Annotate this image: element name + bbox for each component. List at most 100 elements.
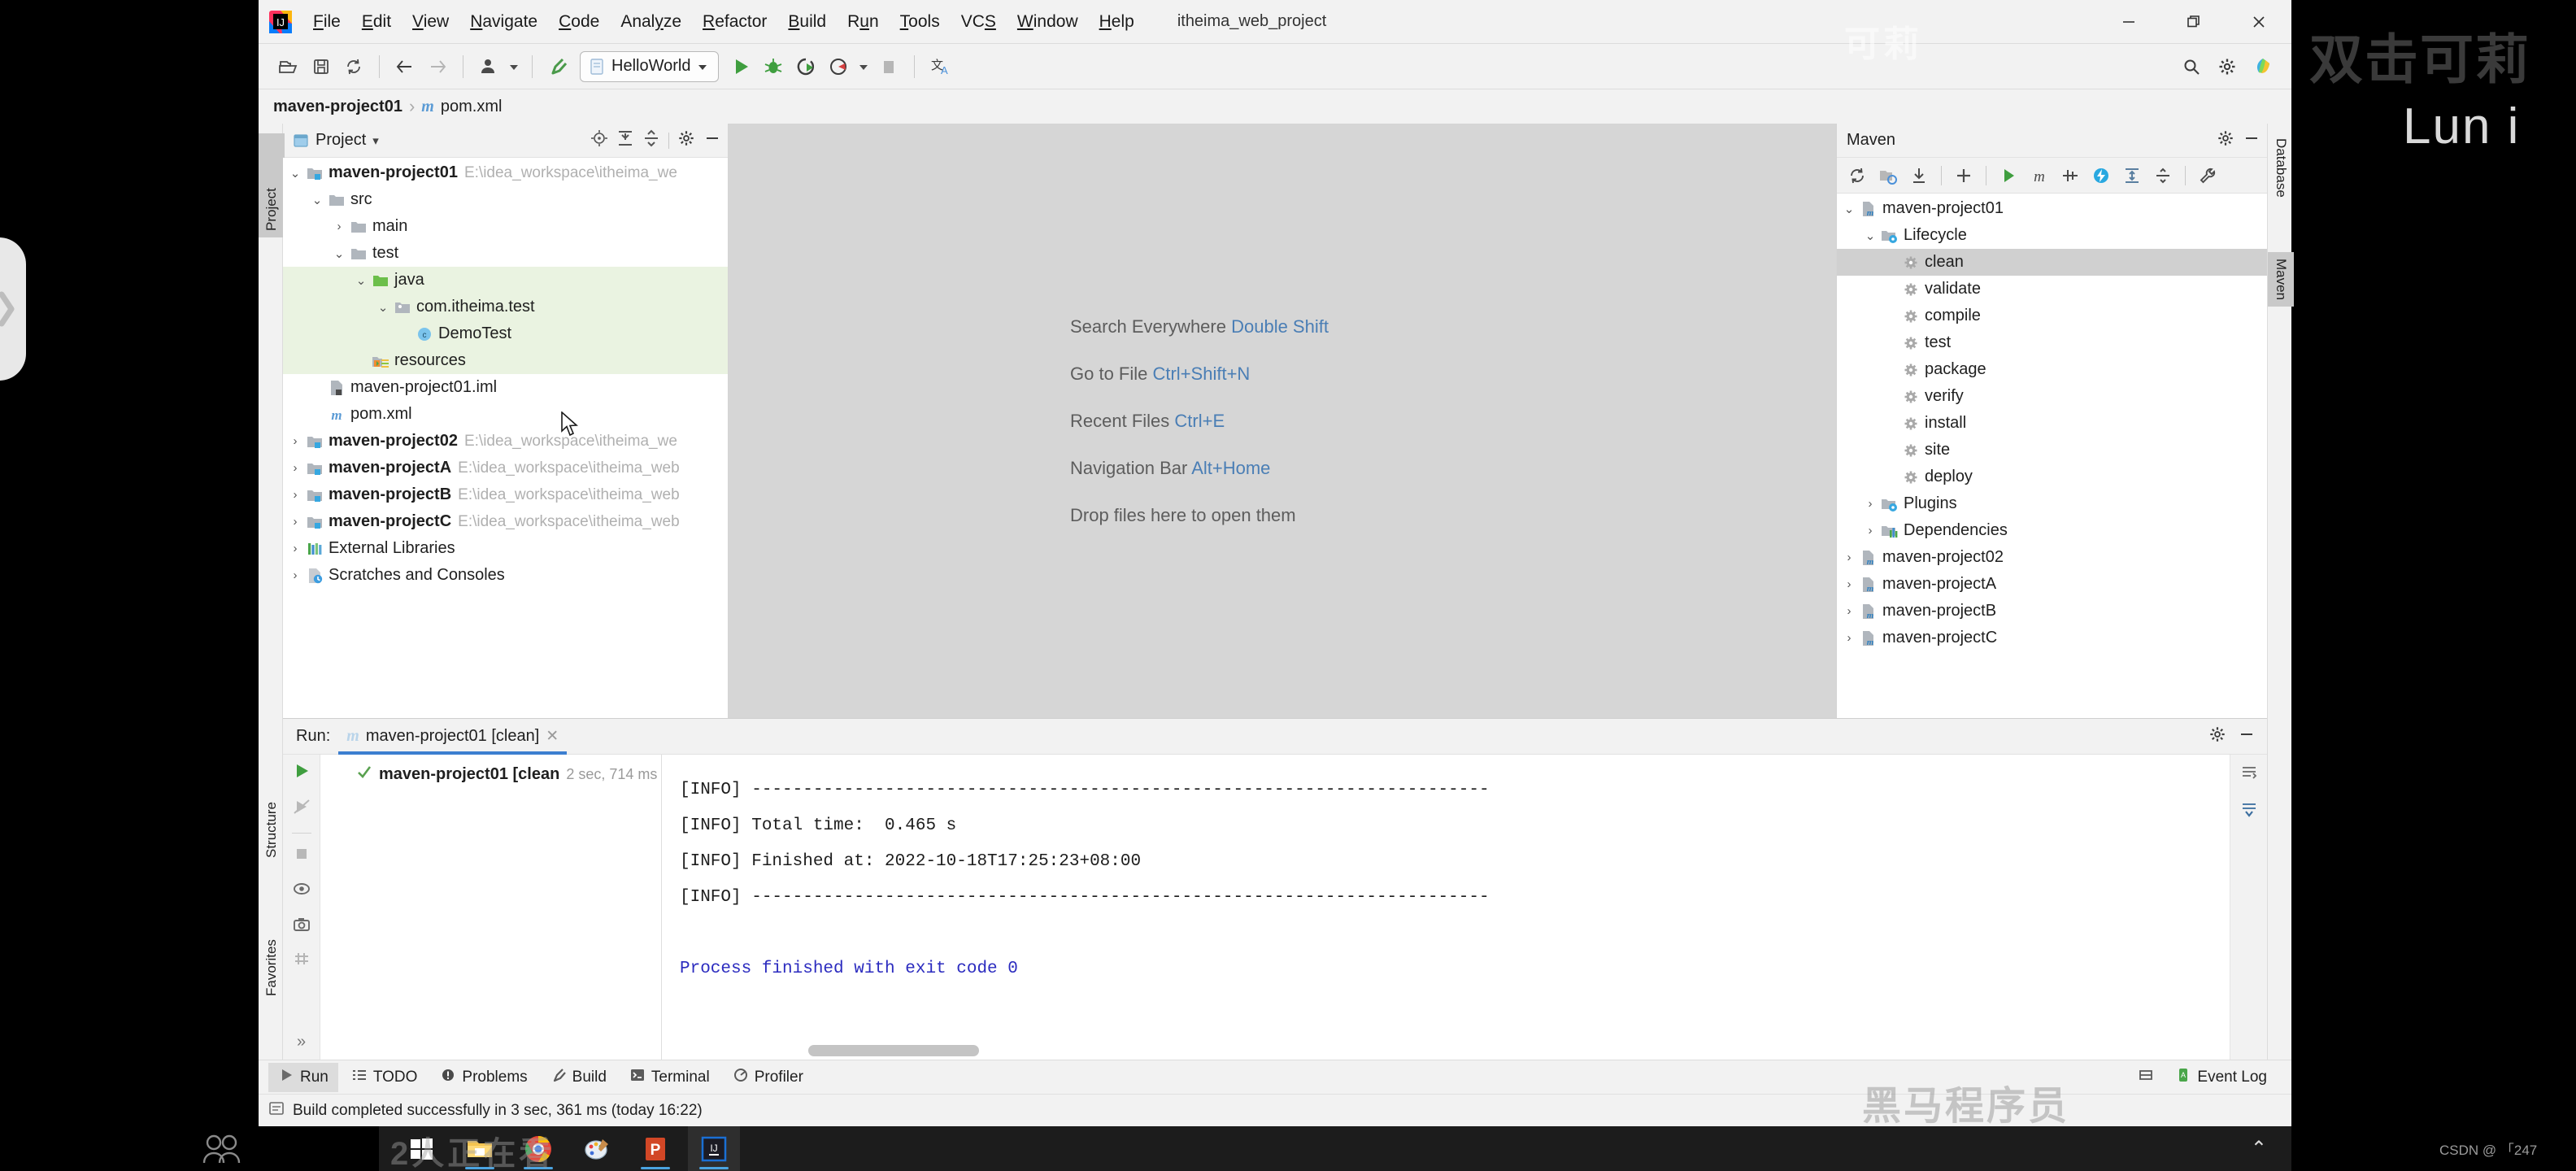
chevron-right-icon[interactable]: ›: [1861, 524, 1879, 538]
scroll-to-end-icon[interactable]: [2239, 800, 2259, 825]
chevron-down-icon[interactable]: ⌄: [330, 246, 348, 261]
maven-tree-row[interactable]: validate: [1837, 276, 2267, 303]
settings-gear-icon[interactable]: [2217, 129, 2234, 152]
chevron-down-icon[interactable]: ⌄: [352, 273, 370, 288]
search-everywhere-button[interactable]: [2176, 50, 2207, 83]
toolwindow-tab-todo[interactable]: TODO: [342, 1063, 428, 1092]
maven-tree-row[interactable]: ⌄ m maven-project01: [1837, 195, 2267, 222]
window-minimize-button[interactable]: [2096, 0, 2161, 44]
run-result-row[interactable]: maven-project01 [clean 2 sec, 714 ms: [320, 761, 661, 787]
toolwindow-tab-problems[interactable]: Problems: [430, 1063, 537, 1092]
toolwindow-tab-run[interactable]: Run: [268, 1062, 338, 1092]
chevron-down-icon[interactable]: ⌄: [308, 193, 326, 207]
chevron-right-icon[interactable]: ›: [286, 488, 304, 502]
maven-settings-button[interactable]: [2194, 162, 2221, 189]
expand-all-button[interactable]: [2118, 162, 2146, 189]
menu-item-code[interactable]: Code: [548, 9, 610, 35]
sync-button[interactable]: [338, 50, 369, 83]
breadcrumb-file[interactable]: pom.xml: [441, 98, 503, 116]
tree-row[interactable]: › Scratches and Consoles: [283, 562, 728, 589]
chevron-right-icon[interactable]: ›: [1840, 577, 1858, 591]
tree-row[interactable]: maven-project01.iml: [283, 374, 728, 401]
rerun-failed-icon[interactable]: [292, 797, 311, 821]
download-sources-button[interactable]: [1905, 162, 1933, 189]
tree-row[interactable]: › main: [283, 213, 728, 240]
maven-tree-row[interactable]: site: [1837, 437, 2267, 464]
toolwindow-tab-terminal[interactable]: Terminal: [620, 1063, 720, 1092]
maven-tree-row[interactable]: › Dependencies: [1837, 517, 2267, 544]
export-icon[interactable]: [292, 915, 311, 939]
sidebar-item-project[interactable]: Project: [259, 133, 285, 237]
event-log-button[interactable]: A Event Log: [2165, 1063, 2277, 1092]
run-tab[interactable]: m maven-project01 [clean] ✕: [338, 719, 568, 755]
maven-tree-row[interactable]: deploy: [1837, 464, 2267, 490]
execute-goal-button[interactable]: [1995, 162, 2022, 189]
file-explorer-button[interactable]: [454, 1126, 506, 1171]
reload-all-maven-projects-button[interactable]: [1843, 162, 1871, 189]
filter-icon[interactable]: [292, 951, 311, 975]
chevron-down-icon[interactable]: ⌄: [374, 300, 392, 315]
breadcrumb-project[interactable]: maven-project01: [273, 98, 402, 116]
locate-icon[interactable]: [590, 129, 608, 152]
menu-item-refactor[interactable]: Refactor: [692, 9, 777, 35]
tree-row[interactable]: › maven-project02 E:\idea_workspace\itheim…: [283, 428, 728, 455]
toggle-offline-mode-button[interactable]: [2087, 162, 2115, 189]
maven-tree[interactable]: ⌄ m maven-project01 ⌄ Lifecycle clean validate…: [1837, 194, 2267, 718]
run-with-coverage-button[interactable]: [790, 50, 821, 83]
menu-item-view[interactable]: View: [402, 9, 459, 35]
menu-item-file[interactable]: File: [302, 9, 351, 35]
run-button[interactable]: [725, 50, 756, 83]
settings-gear-icon[interactable]: [677, 129, 695, 152]
horizontal-scrollbar[interactable]: [808, 1045, 979, 1056]
maven-tree-row[interactable]: › m maven-project02: [1837, 544, 2267, 571]
run-configuration-selector[interactable]: HelloWorld: [580, 50, 720, 82]
sidebar-item-maven[interactable]: Maven: [2268, 252, 2294, 307]
chevron-down-icon[interactable]: ⌄: [1840, 202, 1858, 216]
maven-tree-row[interactable]: compile: [1837, 303, 2267, 329]
navigate-forward-button[interactable]: [422, 50, 453, 83]
chevron-right-icon[interactable]: ›: [286, 461, 304, 475]
video-player-next-chevron[interactable]: [0, 237, 26, 381]
maven-tree-row[interactable]: ⌄ Lifecycle: [1837, 222, 2267, 249]
toggle-skip-tests-button[interactable]: [2056, 162, 2084, 189]
hide-icon[interactable]: [703, 129, 721, 152]
translate-button[interactable]: 文 A: [925, 50, 955, 83]
close-icon[interactable]: ✕: [546, 727, 559, 746]
run-result-tree[interactable]: maven-project01 [clean 2 sec, 714 ms: [320, 755, 662, 1060]
toolwindow-tab-profiler[interactable]: Profiler: [723, 1063, 813, 1092]
menu-item-run[interactable]: Run: [837, 9, 890, 35]
maven-tree-row[interactable]: verify: [1837, 383, 2267, 410]
chevron-down-icon[interactable]: ⌄: [286, 166, 304, 181]
chevron-right-icon[interactable]: ›: [330, 220, 348, 233]
tree-row[interactable]: ⌄ maven-project01 E:\idea_workspace\itheim…: [283, 159, 728, 186]
add-goal-button[interactable]: [1950, 162, 1978, 189]
sidebar-item-structure[interactable]: Structure: [259, 762, 285, 864]
layout-icon[interactable]: [2138, 1067, 2154, 1088]
menu-item-build[interactable]: Build: [777, 9, 837, 35]
menu-item-analyze[interactable]: Analyze: [610, 9, 692, 35]
rerun-icon[interactable]: [292, 761, 311, 786]
menu-item-edit[interactable]: Edit: [351, 9, 402, 35]
chevron-right-icon[interactable]: ›: [1840, 551, 1858, 564]
eye-toggle-icon[interactable]: [292, 879, 311, 903]
chevron-right-icon[interactable]: ›: [286, 434, 304, 448]
tree-row[interactable]: ⌄ src: [283, 186, 728, 213]
tree-row[interactable]: › External Libraries: [283, 535, 728, 562]
expand-all-icon[interactable]: [616, 129, 634, 152]
maven-tree-row[interactable]: package: [1837, 356, 2267, 383]
menu-item-window[interactable]: Window: [1007, 9, 1089, 35]
settings-button[interactable]: [2212, 50, 2243, 83]
maven-tree-row[interactable]: › m maven-projectB: [1837, 598, 2267, 625]
chevron-right-icon[interactable]: ›: [1840, 604, 1858, 618]
window-restore-button[interactable]: [2161, 0, 2226, 44]
settings-gear-icon[interactable]: [2208, 725, 2226, 748]
debug-button[interactable]: [758, 50, 789, 83]
open-folder-button[interactable]: [273, 50, 304, 83]
maven-tree-row[interactable]: › Plugins: [1837, 490, 2267, 517]
chevron-down-icon[interactable]: ⌄: [1861, 229, 1879, 243]
chevron-right-icon[interactable]: ›: [1840, 631, 1858, 645]
maven-tree-row[interactable]: › m maven-projectC: [1837, 625, 2267, 651]
user-profile-dropdown[interactable]: [506, 50, 522, 83]
menu-item-vcs[interactable]: VCS: [951, 9, 1007, 35]
tray-expand-icon[interactable]: ⌃: [2251, 1137, 2267, 1160]
